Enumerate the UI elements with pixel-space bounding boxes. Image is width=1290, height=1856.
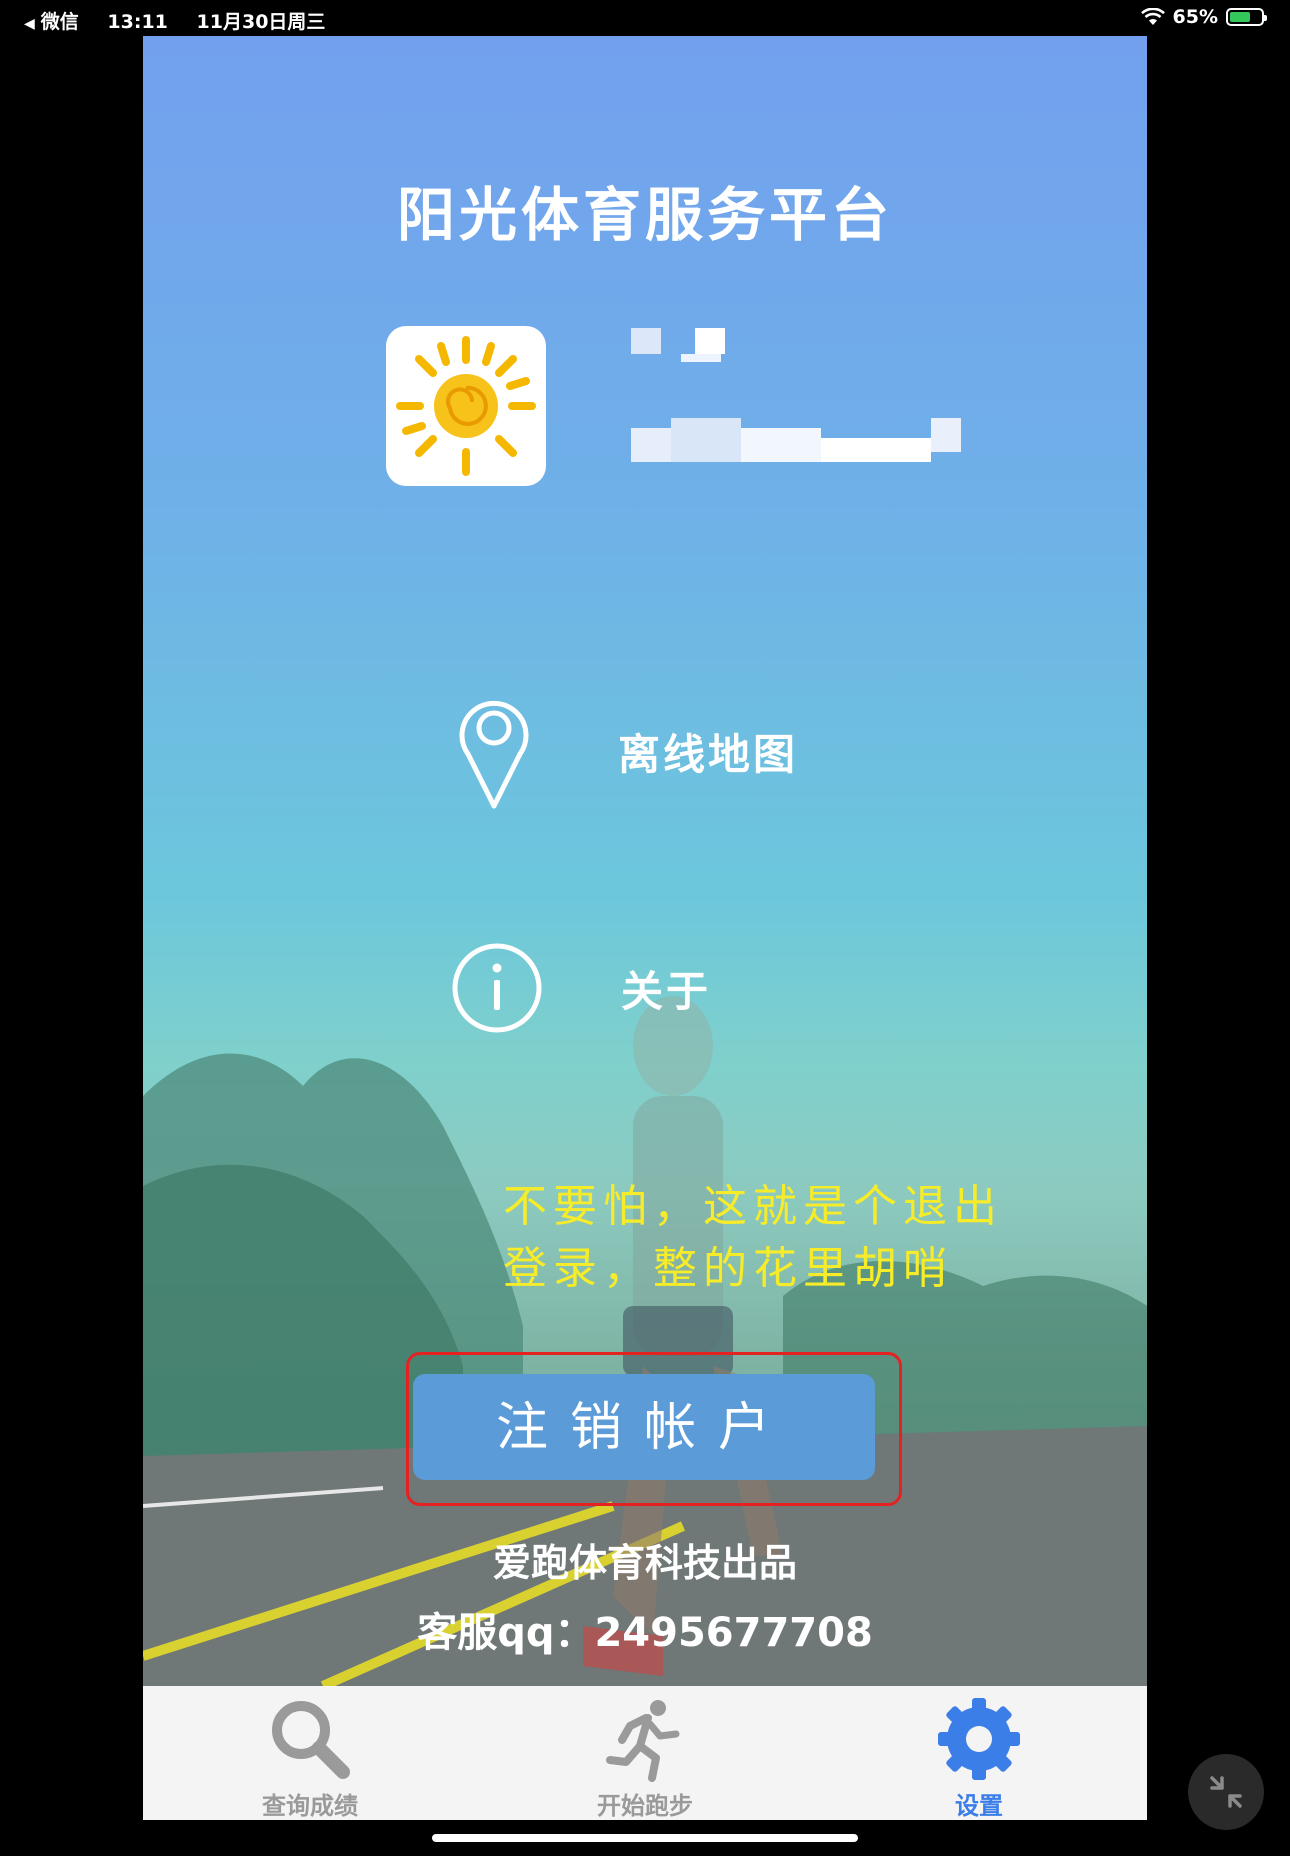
collapse-window-button[interactable] bbox=[1188, 1754, 1264, 1830]
status-bar: ◀ 微信 13:11 11月30日周三 65% bbox=[0, 0, 1290, 36]
tab-label-settings: 设置 bbox=[955, 1792, 1003, 1820]
status-time: 13:11 bbox=[107, 11, 168, 33]
battery-percent: 65% bbox=[1172, 6, 1218, 28]
menu-label-offline-map: 离线地图 bbox=[618, 729, 799, 779]
tab-query-scores[interactable]: 查询成绩 bbox=[210, 1686, 410, 1820]
credit-text: 爱跑体育科技出品 bbox=[492, 1541, 797, 1585]
app-screen: 阳光体育服务平台 离线地图 关于 不要怕，这就是个退出 登录，整的花里胡哨 注销… bbox=[143, 36, 1147, 1686]
battery-level bbox=[1230, 12, 1250, 22]
tab-settings[interactable]: 设置 bbox=[879, 1686, 1079, 1820]
tab-label-running: 开始跑步 bbox=[597, 1792, 693, 1820]
wifi-icon bbox=[1140, 8, 1165, 25]
battery-icon bbox=[1226, 8, 1267, 26]
menu-item-offline-map[interactable]: 离线地图 bbox=[456, 692, 798, 810]
search-icon bbox=[272, 1701, 350, 1779]
collapse-arrows-icon bbox=[1210, 1776, 1242, 1808]
menu-item-about[interactable]: 关于 bbox=[451, 942, 711, 1034]
info-icon bbox=[452, 943, 542, 1033]
back-arrow-icon[interactable]: ◀ bbox=[24, 16, 35, 32]
gear-icon bbox=[938, 1698, 1020, 1780]
annotation-line-2: 登录，整的花里胡哨 bbox=[503, 1243, 953, 1294]
tab-label-query: 查询成绩 bbox=[262, 1792, 358, 1820]
logout-button[interactable]: 注销帐户 bbox=[413, 1374, 875, 1480]
support-qq: 客服qq：2495677708 bbox=[417, 1610, 873, 1656]
home-indicator[interactable] bbox=[432, 1834, 858, 1842]
menu-label-about: 关于 bbox=[621, 966, 712, 1016]
app-logo bbox=[386, 326, 546, 486]
app-title: 阳光体育服务平台 bbox=[396, 181, 893, 249]
status-date: 11月30日周三 bbox=[196, 11, 326, 33]
back-app-label[interactable]: 微信 bbox=[41, 11, 79, 33]
runner-icon bbox=[606, 1700, 680, 1782]
tab-bar: 查询成绩 开始跑步 设置 bbox=[143, 1686, 1147, 1820]
annotation-line-1: 不要怕，这就是个退出 bbox=[503, 1181, 1003, 1232]
blurred-user-info bbox=[631, 328, 961, 462]
annotation-note: 不要怕，这就是个退出 登录，整的花里胡哨 bbox=[503, 1176, 1023, 1300]
sun-icon bbox=[396, 336, 536, 476]
tab-start-running[interactable]: 开始跑步 bbox=[545, 1686, 745, 1820]
location-pin-icon bbox=[459, 700, 529, 809]
